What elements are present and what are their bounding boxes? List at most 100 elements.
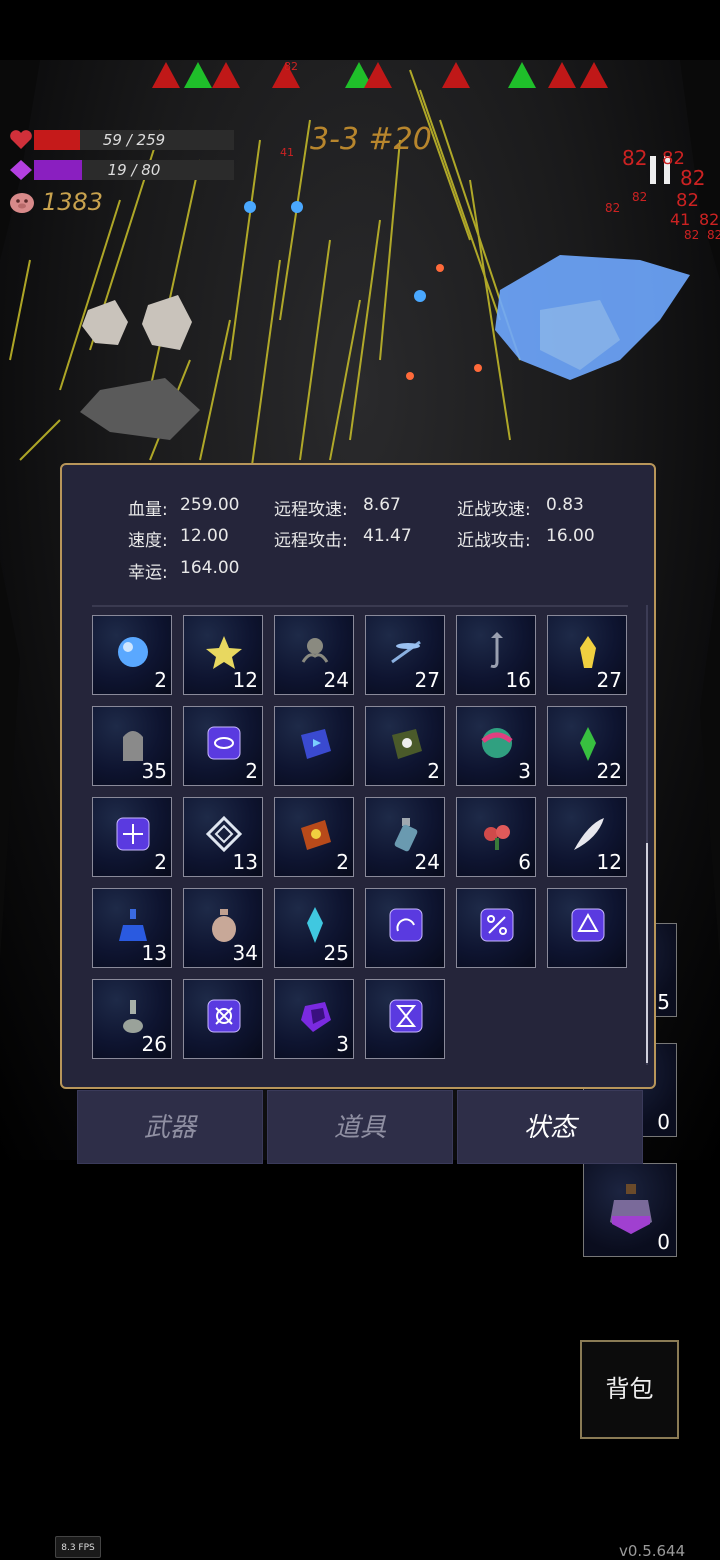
damage-number: 82 [707, 228, 720, 242]
feather-icon [574, 818, 604, 850]
rune-triangle-icon [571, 908, 605, 942]
damage-number: 41 [670, 210, 691, 229]
stat-melee-atk-value: 16.00 [546, 526, 595, 546]
stat-melee-speed-label: 近战攻速: [457, 500, 531, 520]
tab-status[interactable]: 状态 [457, 1090, 643, 1164]
stat-hp-value: 259.00 [180, 495, 240, 515]
item-count: 25 [323, 941, 349, 965]
inventory-slot[interactable]: 13 [92, 888, 172, 968]
inventory-slot[interactable] [365, 979, 445, 1059]
inventory-slot[interactable]: 2 [92, 797, 172, 877]
stat-melee-speed-value: 0.83 [546, 495, 584, 515]
item-count: 12 [596, 850, 622, 874]
stat-speed-value: 12.00 [180, 526, 229, 546]
purple-gem-icon [301, 1002, 331, 1032]
quick-slot-potion[interactable]: 0 [583, 1163, 677, 1257]
inventory-slot[interactable]: 27 [547, 615, 627, 695]
stat-melee-atk-label: 近战攻击: [457, 531, 531, 551]
top-letterbox [0, 0, 720, 60]
stat-luck-label: 幸运: [128, 563, 168, 583]
bag-button[interactable]: 背包 [580, 1340, 679, 1439]
inventory-slot[interactable]: 13 [183, 797, 263, 877]
stat-hp-label: 血量: [128, 500, 168, 520]
damage-number: 82 [622, 146, 648, 170]
inventory-slot[interactable] [365, 888, 445, 968]
inventory-slot[interactable]: 2 [92, 615, 172, 695]
purple-potion-icon [610, 1184, 652, 1234]
damage-number: 82 [684, 228, 700, 242]
fps-counter: 8.3 FPS [55, 1536, 101, 1558]
rainbow-orb-icon [481, 728, 513, 758]
inventory-slot[interactable]: 3 [456, 706, 536, 786]
inventory-slot[interactable] [183, 979, 263, 1059]
yellow-crystal-icon [580, 636, 596, 668]
inventory-slot[interactable]: 27 [365, 615, 445, 695]
inventory-slot[interactable]: 24 [274, 615, 354, 695]
tab-weapons[interactable]: 武器 [77, 1090, 263, 1164]
item-count: 6 [518, 850, 531, 874]
tab-items[interactable]: 道具 [267, 1090, 453, 1164]
damage-number: 82 [676, 190, 699, 211]
enemy-marker [548, 62, 576, 88]
inventory-slot[interactable] [547, 888, 627, 968]
inventory-slot[interactable]: 35 [92, 706, 172, 786]
enemy-marker [152, 62, 180, 88]
mp-row: 19 / 80 [8, 159, 234, 181]
inventory-slot[interactable]: 12 [547, 797, 627, 877]
pause-icon [650, 156, 656, 184]
item-count: 35 [141, 759, 167, 783]
rune-arc-icon [389, 908, 423, 942]
item-count: 2 [154, 668, 167, 692]
hp-text: 59 / 259 [102, 131, 166, 149]
blue-potion-icon [119, 909, 147, 941]
rune-eye-icon [207, 726, 241, 760]
version-label: v0.5.644 [619, 1542, 686, 1560]
green-crystal-icon [580, 727, 596, 761]
inventory-slot[interactable]: 6 [456, 797, 536, 877]
damage-number: 82 [680, 166, 706, 190]
stat-ranged-atk-label: 远程攻击: [274, 531, 348, 551]
inventory-slot[interactable]: 24 [365, 797, 445, 877]
grey-flask-icon [123, 1000, 143, 1033]
item-count: 26 [141, 1032, 167, 1056]
quick-slot-count: 0 [657, 1110, 670, 1134]
flower-icon [484, 825, 510, 850]
inventory-slot[interactable]: 2 [183, 706, 263, 786]
scrollbar-thumb[interactable] [646, 843, 648, 1063]
rune-cross-icon [116, 817, 150, 851]
inventory-slot[interactable]: 2 [274, 797, 354, 877]
inventory-slot[interactable]: 16 [456, 615, 536, 695]
gold-row: 1383 [8, 188, 103, 216]
item-count: 12 [232, 668, 258, 692]
damage-number: 82 [699, 210, 720, 229]
item-count: 2 [245, 759, 258, 783]
item-count: 24 [323, 668, 349, 692]
inventory-slot[interactable]: 3 [274, 979, 354, 1059]
grid-divider [92, 605, 628, 607]
hook-icon [490, 632, 503, 668]
stat-speed-label: 速度: [128, 531, 168, 551]
vase-icon [212, 909, 236, 942]
inventory-slot[interactable]: 34 [183, 888, 263, 968]
ally-marker [508, 62, 536, 88]
inventory-slot[interactable] [274, 706, 354, 786]
enemy-marker [580, 62, 608, 88]
item-count: 2 [336, 850, 349, 874]
damage-number: 82 [284, 60, 298, 73]
stat-ranged-atk-value: 41.47 [363, 526, 412, 546]
mp-bar: 19 / 80 [34, 160, 234, 180]
cyan-crystal-icon [307, 907, 323, 943]
ally-marker [184, 62, 212, 88]
stat-ranged-speed-value: 8.67 [363, 495, 401, 515]
piggy-bank-icon [10, 193, 34, 213]
inventory-slot[interactable]: 25 [274, 888, 354, 968]
inventory-slot[interactable]: 26 [92, 979, 172, 1059]
heart-icon [10, 130, 32, 149]
inventory-slot[interactable]: 12 [183, 615, 263, 695]
rune-x-icon [207, 999, 241, 1033]
inventory-slot[interactable]: 22 [547, 706, 627, 786]
diamond-frame-icon [205, 815, 243, 853]
item-count: 34 [232, 941, 258, 965]
inventory-slot[interactable]: 2 [365, 706, 445, 786]
inventory-slot[interactable] [456, 888, 536, 968]
